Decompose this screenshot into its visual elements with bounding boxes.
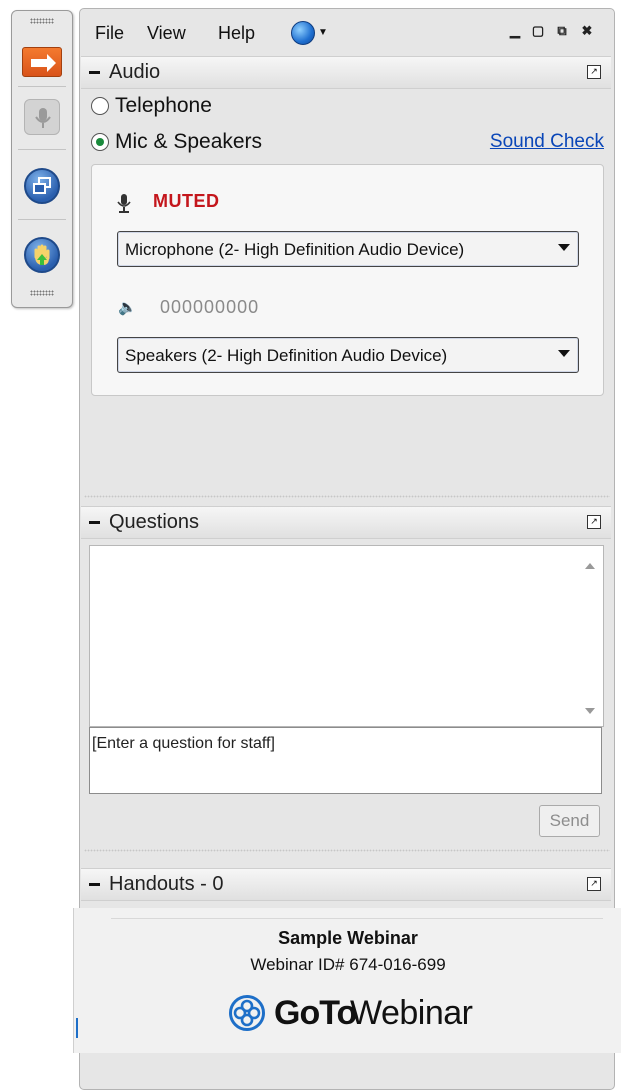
webinar-title: Sample Webinar xyxy=(278,928,418,948)
maximize-icon[interactable]: ▢ xyxy=(530,23,546,39)
chevron-down-icon[interactable]: ▼ xyxy=(318,27,328,38)
popout-icon[interactable]: ↗ xyxy=(587,877,601,891)
mic-speakers-radio[interactable] xyxy=(91,133,109,151)
popout-icon[interactable]: ⧉ xyxy=(554,23,570,39)
questions-title: Questions xyxy=(109,511,200,533)
mute-status[interactable]: MUTED xyxy=(153,191,220,212)
divider xyxy=(84,495,610,498)
show-hide-panel-button[interactable] xyxy=(22,47,62,77)
speaker-select[interactable]: Speakers (2- High Definition Audio Devic… xyxy=(117,337,579,373)
scroll-up-icon[interactable] xyxy=(585,563,595,569)
divider xyxy=(18,86,66,87)
chevron-down-icon xyxy=(558,244,570,251)
microphone-icon xyxy=(117,194,131,213)
chevron-down-icon xyxy=(558,350,570,357)
telephone-label[interactable]: Telephone xyxy=(115,94,212,118)
sound-check-link[interactable]: Sound Check xyxy=(490,131,604,153)
speaker-level-meter: 000000000 xyxy=(160,297,260,317)
mic-speakers-label[interactable]: Mic & Speakers xyxy=(115,130,262,154)
edge-accent xyxy=(76,1018,78,1038)
minimize-icon[interactable]: ▁ xyxy=(507,23,523,39)
question-input[interactable] xyxy=(89,727,602,794)
microphone-toggle-button[interactable] xyxy=(24,99,60,135)
webinar-footer: Sample Webinar Webinar ID# 674-016-699 G… xyxy=(73,908,621,1053)
menu-help[interactable]: Help xyxy=(218,23,255,44)
popout-icon[interactable]: ↗ xyxy=(587,65,601,79)
divider xyxy=(111,918,603,919)
gotowebinar-logo-icon xyxy=(229,995,265,1031)
handouts-section-header[interactable]: Handouts - 0 ↗ xyxy=(81,868,611,901)
collapse-icon[interactable] xyxy=(89,71,100,74)
collapse-icon[interactable] xyxy=(89,521,100,524)
grip-handle-bottom[interactable] xyxy=(30,290,54,296)
audio-device-box: MUTED Microphone (2- High Definition Aud… xyxy=(91,164,604,396)
divider xyxy=(18,149,66,150)
speaker-select-value: Speakers (2- High Definition Audio Devic… xyxy=(125,346,448,365)
microphone-select-value: Microphone (2- High Definition Audio Dev… xyxy=(125,240,465,259)
menu-file[interactable]: File xyxy=(95,23,124,44)
scroll-down-icon[interactable] xyxy=(585,708,595,714)
questions-section-header[interactable]: Questions ↗ xyxy=(81,506,611,539)
brand-webinar: Webinar xyxy=(350,994,473,1032)
grip-handle-top[interactable] xyxy=(30,18,54,24)
close-icon[interactable]: ✖ xyxy=(579,23,595,39)
grab-tab-toolbar xyxy=(11,10,73,308)
show-screen-button[interactable] xyxy=(24,168,60,204)
divider xyxy=(18,219,66,220)
arrow-right-icon xyxy=(31,54,56,72)
handouts-title: Handouts - 0 xyxy=(109,873,224,895)
webinar-id: Webinar ID# 674-016-699 xyxy=(250,955,446,974)
divider xyxy=(84,849,610,852)
menu-view[interactable]: View xyxy=(147,23,186,44)
questions-log[interactable] xyxy=(89,545,604,727)
brand-goto: GoTo xyxy=(274,994,357,1032)
raise-hand-button[interactable] xyxy=(24,237,60,273)
screen-icon xyxy=(33,177,51,194)
raise-hand-icon xyxy=(34,244,50,265)
microphone-icon xyxy=(35,108,51,128)
speaker-icon: 🔈 xyxy=(118,299,137,316)
globe-icon[interactable] xyxy=(291,21,315,45)
send-button[interactable]: Send xyxy=(539,805,600,837)
telephone-radio[interactable] xyxy=(91,97,109,115)
collapse-icon[interactable] xyxy=(89,883,100,886)
audio-section-header[interactable]: Audio ↗ xyxy=(81,56,611,89)
menu-bar: File View Help ▼ ▁ ▢ ⧉ ✖ xyxy=(80,9,614,51)
popout-icon[interactable]: ↗ xyxy=(587,515,601,529)
microphone-select[interactable]: Microphone (2- High Definition Audio Dev… xyxy=(117,231,579,267)
audio-title: Audio xyxy=(109,61,161,83)
